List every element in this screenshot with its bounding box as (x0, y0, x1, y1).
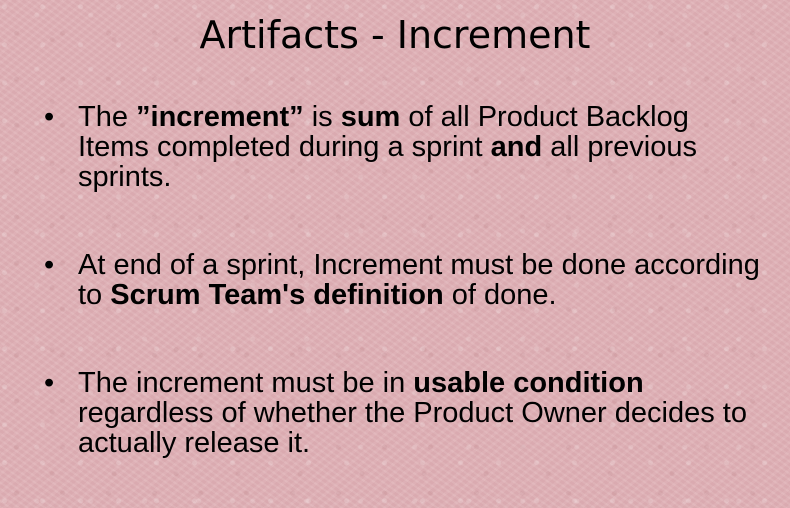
bullet-text: The ”increment” is sum of all Product Ba… (78, 101, 697, 193)
bullet-dot-icon: • (44, 367, 55, 399)
emphasized-term: Scrum Team's definition (110, 279, 444, 311)
text-segment: regardless of whether the Product Owner … (78, 397, 747, 459)
emphasized-term: usable condition (413, 367, 644, 399)
bullet-item-usable-condition: • The increment must be in usable condit… (44, 368, 764, 458)
bullet-text: The increment must be in usable conditio… (78, 367, 747, 459)
text-segment: of done. (443, 279, 557, 311)
emphasized-term: and (490, 131, 543, 163)
text-segment: is (303, 101, 341, 133)
emphasized-term: sum (340, 101, 401, 133)
bullet-dot-icon: • (44, 101, 55, 133)
slide: Artifacts - Increment • The ”increment” … (0, 0, 790, 508)
bullet-text: At end of a sprint, Increment must be do… (78, 249, 760, 311)
bullet-item-increment-sum: • The ”increment” is sum of all Product … (44, 102, 764, 192)
slide-title: Artifacts - Increment (199, 13, 591, 57)
text-segment: The increment must be in (78, 367, 414, 399)
bullet-dot-icon: • (44, 249, 55, 281)
bullet-item-definition-of-done: • At end of a sprint, Increment must be … (44, 250, 764, 310)
emphasized-term: ”increment” (136, 101, 304, 133)
text-segment: The (78, 101, 137, 133)
bullet-list: • The ”increment” is sum of all Product … (44, 102, 764, 458)
